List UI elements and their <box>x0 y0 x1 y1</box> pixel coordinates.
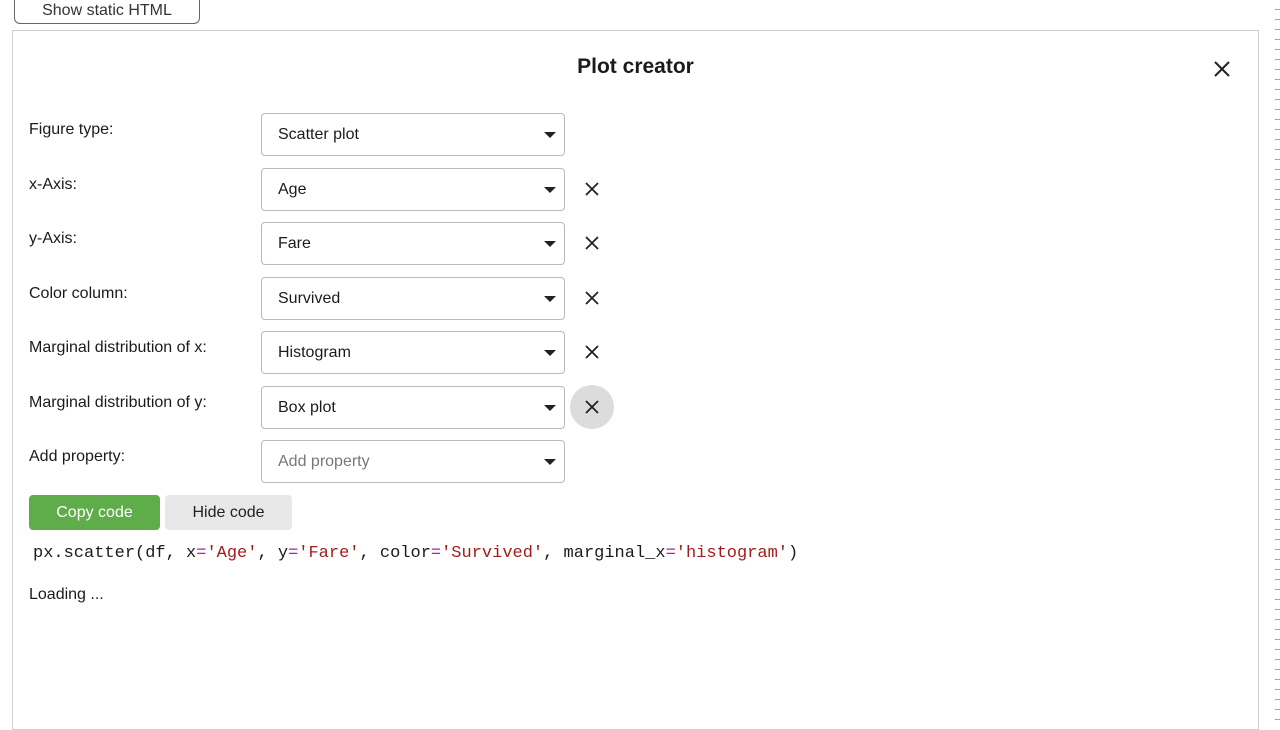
color-column-select[interactable]: Survived <box>261 277 565 320</box>
add-property-select[interactable]: Add property <box>261 440 565 483</box>
loading-status: Loading ... <box>29 586 104 603</box>
code-operator: = <box>288 544 299 563</box>
figure-type-select[interactable]: Scatter plot <box>261 113 565 156</box>
marginal-x-select[interactable]: Histogram <box>261 331 565 374</box>
dialog-title: Plot creator <box>577 55 694 78</box>
show-static-html-button[interactable]: Show static HTML <box>14 0 200 24</box>
add-property-placeholder: Add property <box>278 452 370 470</box>
chevron-down-icon <box>544 132 556 138</box>
plot-creator-dialog: Plot creator Figure type: Scatter plot x… <box>12 30 1259 730</box>
chevron-down-icon <box>544 459 556 465</box>
code-text: , y <box>257 544 289 563</box>
close-icon <box>585 182 599 196</box>
y-axis-select[interactable]: Fare <box>261 222 565 265</box>
close-icon <box>585 400 599 414</box>
x-axis-value: Age <box>278 180 307 198</box>
add-property-label: Add property: <box>29 448 126 465</box>
hide-code-button[interactable]: Hide code <box>165 495 292 530</box>
code-operator: = <box>665 544 676 563</box>
close-icon[interactable] <box>1210 57 1234 81</box>
chevron-down-icon <box>544 241 556 247</box>
marginal-y-label: Marginal distribution of y: <box>29 394 207 411</box>
remove-x-axis-button[interactable] <box>570 167 614 211</box>
remove-marginal-x-button[interactable] <box>570 330 614 374</box>
color-column-value: Survived <box>278 289 341 307</box>
code-string: 'Survived' <box>441 544 544 563</box>
code-text: , color <box>359 544 431 563</box>
code-string: 'histogram' <box>675 544 788 563</box>
x-axis-label: x-Axis: <box>29 176 77 193</box>
scrollbar[interactable] <box>1275 0 1280 720</box>
marginal-x-value: Histogram <box>278 343 351 361</box>
code-operator: = <box>196 544 207 563</box>
chevron-down-icon <box>544 405 556 411</box>
marginal-y-select[interactable]: Box plot <box>261 386 565 429</box>
chevron-down-icon <box>544 350 556 356</box>
x-axis-select[interactable]: Age <box>261 168 565 211</box>
code-text: px.scatter(df, x <box>33 544 197 563</box>
close-icon <box>585 291 599 305</box>
close-icon <box>585 345 599 359</box>
marginal-y-value: Box plot <box>278 398 336 416</box>
figure-type-label: Figure type: <box>29 121 114 138</box>
generated-code: px.scatter(df, x='Age', y='Fare', color=… <box>33 544 798 563</box>
code-string: 'Age' <box>206 544 258 563</box>
y-axis-label: y-Axis: <box>29 230 77 247</box>
marginal-x-label: Marginal distribution of x: <box>29 339 207 356</box>
chevron-down-icon <box>544 296 556 302</box>
remove-y-axis-button[interactable] <box>570 221 614 265</box>
color-column-label: Color column: <box>29 285 128 302</box>
remove-marginal-y-button[interactable] <box>570 385 614 429</box>
copy-code-button[interactable]: Copy code <box>29 495 160 530</box>
chevron-down-icon <box>544 187 556 193</box>
remove-color-column-button[interactable] <box>570 276 614 320</box>
figure-type-value: Scatter plot <box>278 125 359 143</box>
code-string: 'Fare' <box>298 544 360 563</box>
close-icon <box>585 236 599 250</box>
code-text: ) <box>787 544 799 563</box>
y-axis-value: Fare <box>278 234 311 252</box>
code-operator: = <box>430 544 442 563</box>
code-text: , marginal_x <box>543 544 666 563</box>
